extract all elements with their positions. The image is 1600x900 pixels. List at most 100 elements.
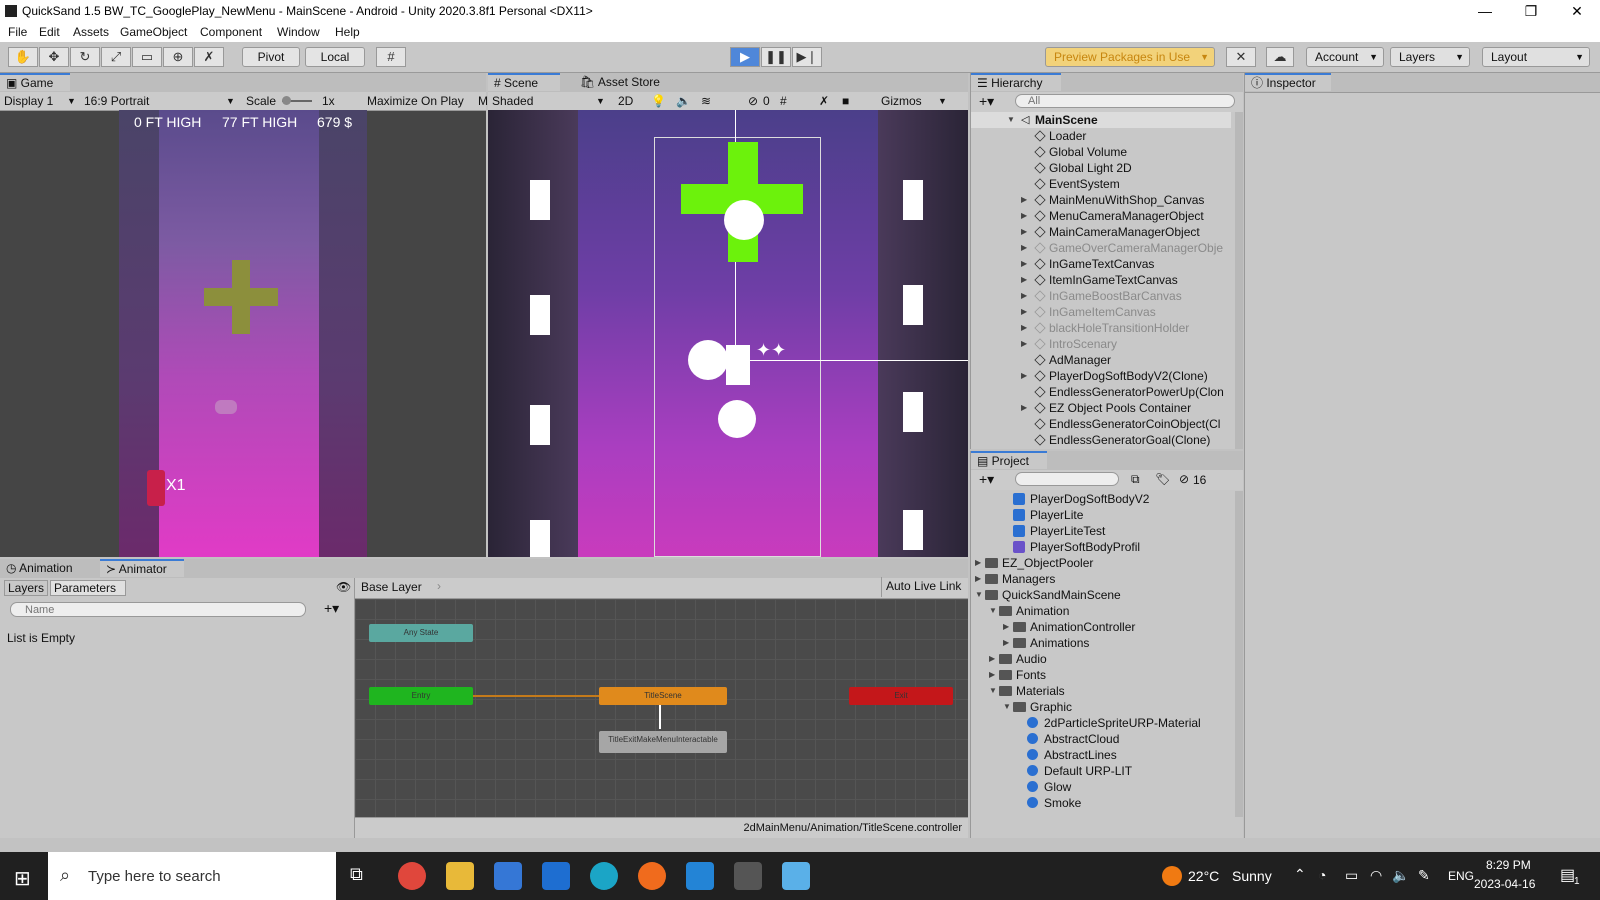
close-button[interactable]: ✕ bbox=[1554, 0, 1600, 24]
title-scene-node[interactable]: TitleScene bbox=[599, 687, 727, 705]
project-item[interactable]: ▼ Animation bbox=[971, 603, 1227, 619]
hierarchy-item[interactable]: Global Light 2D bbox=[971, 160, 1227, 176]
tab-scene[interactable]: # Scene bbox=[488, 73, 560, 91]
menu-file[interactable]: File bbox=[8, 25, 27, 39]
restore-button[interactable]: ❐ bbox=[1508, 0, 1554, 24]
rect-tool-icon[interactable]: ▭ bbox=[132, 47, 162, 67]
particle-gizmo-icon[interactable]: ✦✦ bbox=[756, 340, 786, 361]
layout-dropdown[interactable]: Layout ▼ bbox=[1482, 47, 1590, 67]
chevron-right-icon[interactable]: ▶ bbox=[1003, 635, 1009, 651]
rotate-tool-icon[interactable]: ↻ bbox=[70, 47, 100, 67]
any-state-node[interactable]: Any State bbox=[369, 624, 473, 642]
chevron-down-icon[interactable]: ▼ bbox=[975, 587, 983, 603]
photos-icon[interactable] bbox=[782, 862, 810, 890]
menu-gameobject[interactable]: GameObject bbox=[120, 25, 187, 39]
hierarchy-item[interactable]: ▶ InGameItemCanvas bbox=[971, 304, 1227, 320]
project-item[interactable]: ▶ Audio bbox=[971, 651, 1227, 667]
grid-snap-icon[interactable]: # bbox=[376, 47, 406, 67]
preview-packages-dropdown[interactable]: Preview Packages in Use ▼ bbox=[1045, 47, 1215, 67]
tab-project[interactable]: ▤ Project bbox=[971, 451, 1047, 469]
volume-icon[interactable]: 🔈 bbox=[1392, 867, 1409, 884]
chevron-right-icon[interactable]: ▶ bbox=[1021, 368, 1027, 384]
tools-icon[interactable]: ✗ bbox=[819, 94, 829, 108]
chevron-right-icon[interactable]: ▶ bbox=[1021, 240, 1027, 256]
chevron-right-icon[interactable]: ▶ bbox=[1021, 320, 1027, 336]
project-item[interactable]: PlayerLite bbox=[971, 507, 1227, 523]
light-gizmo-icon[interactable] bbox=[688, 340, 728, 380]
cloud-icon[interactable]: ☁ bbox=[1266, 47, 1294, 67]
chevron-down-icon[interactable]: ▼ bbox=[989, 603, 997, 619]
chrome-icon[interactable] bbox=[398, 862, 426, 890]
layers-dropdown[interactable]: Layers ▼ bbox=[1390, 47, 1470, 67]
edge-icon[interactable] bbox=[590, 862, 618, 890]
auto-live-link-toggle[interactable]: Auto Live Link bbox=[881, 577, 968, 597]
project-item[interactable]: AbstractCloud bbox=[971, 731, 1227, 747]
minimize-button[interactable]: — bbox=[1462, 0, 1508, 24]
eye-icon[interactable]: 👁 bbox=[336, 580, 351, 594]
light-point-gizmo-icon[interactable] bbox=[718, 400, 756, 438]
project-item[interactable]: ▶ EZ_ObjectPooler bbox=[971, 555, 1227, 571]
tab-inspector[interactable]: ⓘ Inspector bbox=[1245, 73, 1331, 91]
task-view-icon[interactable]: ⧉ bbox=[350, 864, 363, 885]
lighting-icon[interactable]: 💡 bbox=[651, 94, 666, 108]
hierarchy-item[interactable]: Global Volume bbox=[971, 144, 1227, 160]
tab-hierarchy[interactable]: ☰ Hierarchy bbox=[971, 73, 1061, 91]
tab-animator[interactable]: ≻ Animator bbox=[100, 559, 184, 577]
chevron-right-icon[interactable]: ▶ bbox=[989, 651, 995, 667]
notification-icon[interactable]: ▤ bbox=[1560, 865, 1575, 885]
hierarchy-item[interactable]: EndlessGeneratorGoal(Clone) bbox=[971, 432, 1227, 448]
project-item[interactable]: 2dParticleSpriteURP-Material bbox=[971, 715, 1227, 731]
hierarchy-item[interactable]: EventSystem bbox=[971, 176, 1227, 192]
clock-time[interactable]: 8:29 PM bbox=[1486, 858, 1531, 872]
hierarchy-item[interactable]: ▶ InGameTextCanvas bbox=[971, 256, 1227, 272]
menu-help[interactable]: Help bbox=[335, 25, 360, 39]
local-toggle[interactable]: Local bbox=[305, 47, 365, 67]
chevron-right-icon[interactable]: ▶ bbox=[1021, 400, 1027, 416]
chevron-right-icon[interactable]: ▶ bbox=[1021, 288, 1027, 304]
battery-icon[interactable]: ▭ bbox=[1345, 867, 1358, 884]
speaker-gizmo-icon[interactable] bbox=[903, 285, 923, 325]
project-item[interactable]: Default URP-LIT bbox=[971, 763, 1227, 779]
add-icon[interactable]: +▾ bbox=[979, 471, 994, 488]
taskbar-search-box[interactable]: ⌕ Type here to search bbox=[48, 852, 336, 900]
menu-assets[interactable]: Assets bbox=[73, 25, 109, 39]
wifi-icon[interactable]: ◠ bbox=[1370, 867, 1382, 884]
tray-chevron-up-icon[interactable]: ⌃ bbox=[1294, 866, 1306, 883]
chevron-right-icon[interactable]: ▶ bbox=[1021, 224, 1027, 240]
project-item[interactable]: ▶ Managers bbox=[971, 571, 1227, 587]
hierarchy-item[interactable]: EndlessGeneratorCoinObject(Cl bbox=[971, 416, 1227, 432]
scene-view[interactable]: ✦✦ bbox=[488, 110, 968, 557]
audio-icon[interactable]: 🔈 bbox=[676, 94, 691, 108]
chevron-right-icon[interactable]: ▶ bbox=[1021, 208, 1027, 224]
aspect-dropdown[interactable]: 16:9 Portrait bbox=[84, 94, 149, 108]
hierarchy-item[interactable]: ▶ PlayerDogSoftBodyV2(Clone) bbox=[971, 368, 1227, 384]
step-button[interactable]: ▶❘ bbox=[792, 47, 822, 67]
audio-source-gizmo-icon[interactable] bbox=[726, 345, 750, 385]
chevron-right-icon[interactable]: ▶ bbox=[1003, 619, 1009, 635]
hierarchy-item[interactable]: ▶ EZ Object Pools Container bbox=[971, 400, 1227, 416]
custom-tool-icon[interactable]: ✗ bbox=[194, 47, 224, 67]
project-item[interactable]: Smoke bbox=[971, 795, 1227, 811]
more-toggle[interactable]: M bbox=[478, 94, 488, 108]
gizmos-dropdown[interactable]: Gizmos bbox=[881, 94, 922, 108]
hierarchy-root-row[interactable]: ▼ ◁ MainScene bbox=[971, 112, 1231, 128]
speaker-gizmo-icon[interactable] bbox=[903, 180, 923, 220]
hierarchy-item[interactable]: ▶ MenuCameraManagerObject bbox=[971, 208, 1227, 224]
add-parameter-icon[interactable]: +▾ bbox=[324, 600, 339, 617]
speaker-gizmo-icon[interactable] bbox=[530, 295, 550, 335]
collab-icon[interactable]: ✕ bbox=[1226, 47, 1256, 67]
account-dropdown[interactable]: Account ▼ bbox=[1306, 47, 1384, 67]
hidden-packages-icon[interactable]: ⊘ bbox=[1179, 472, 1189, 486]
scale-tool-icon[interactable]: ⤢ bbox=[101, 47, 131, 67]
chevron-right-icon[interactable]: ▶ bbox=[1021, 192, 1027, 208]
chevron-right-icon[interactable]: ▶ bbox=[1021, 256, 1027, 272]
project-item[interactable]: PlayerLiteTest bbox=[971, 523, 1227, 539]
animator-graph[interactable]: Any State Entry TitleScene Exit TitleExi… bbox=[355, 599, 968, 817]
chevron-right-icon[interactable]: ▶ bbox=[1021, 304, 1027, 320]
unity-icon[interactable] bbox=[734, 862, 762, 890]
language-text[interactable]: ENG bbox=[1448, 869, 1474, 883]
weather-sun-icon[interactable] bbox=[1162, 866, 1182, 886]
vscode-icon[interactable] bbox=[686, 862, 714, 890]
chevron-down-icon[interactable]: ▼ bbox=[1003, 699, 1011, 715]
hierarchy-item[interactable]: ▶ MainMenuWithShop_Canvas bbox=[971, 192, 1227, 208]
